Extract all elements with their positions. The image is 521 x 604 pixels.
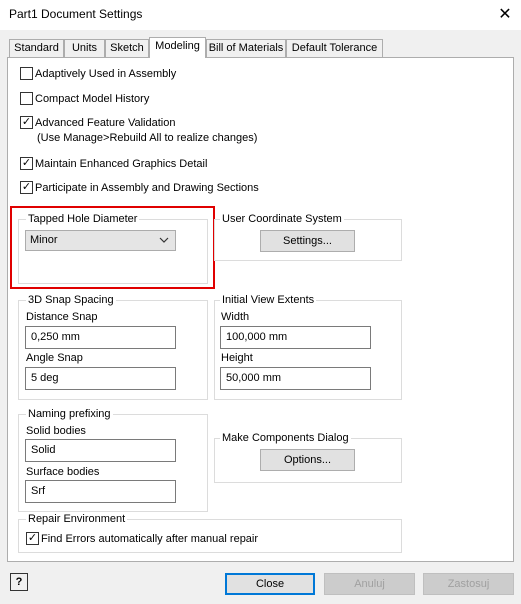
participate-sections-label: Participate in Assembly and Drawing Sect… [35, 182, 259, 194]
surface-bodies-label: Surface bodies [26, 466, 100, 478]
make-components-options-button[interactable]: Options... [260, 449, 355, 471]
cancel-button[interactable]: Anuluj [324, 573, 415, 595]
compact-history-checkbox[interactable] [20, 92, 33, 105]
solid-bodies-label: Solid bodies [26, 425, 86, 437]
solid-bodies-input[interactable]: Solid [25, 439, 176, 462]
enhanced-graphics-label: Maintain Enhanced Graphics Detail [35, 158, 208, 170]
find-errors-label: Find Errors automatically after manual r… [41, 533, 259, 545]
view-extents-title: Initial View Extents [220, 294, 317, 306]
help-icon[interactable]: ? [10, 573, 28, 591]
tab-units[interactable]: Units [64, 39, 105, 57]
angle-snap-label: Angle Snap [26, 352, 83, 364]
tab-sketch[interactable]: Sketch [105, 39, 149, 57]
distance-snap-label: Distance Snap [26, 311, 98, 323]
advanced-validation-note: (Use Manage>Rebuild All to realize chang… [37, 132, 258, 144]
participate-sections-checkbox[interactable]: ✓ [20, 181, 33, 194]
width-input[interactable]: 100,000 mm [220, 326, 371, 349]
apply-button[interactable]: Zastosuj [423, 573, 514, 595]
tab-modeling[interactable]: Modeling [149, 37, 206, 58]
repair-title: Repair Environment [26, 513, 128, 525]
angle-snap-input[interactable]: 5 deg [25, 367, 176, 390]
adaptively-used-label: Adaptively Used in Assembly [35, 68, 177, 80]
height-input[interactable]: 50,000 mm [220, 367, 371, 390]
find-errors-checkbox[interactable]: ✓ [26, 532, 39, 545]
enhanced-graphics-checkbox[interactable]: ✓ [20, 157, 33, 170]
advanced-validation-checkbox[interactable]: ✓ [20, 116, 33, 129]
advanced-validation-label: Advanced Feature Validation [35, 117, 176, 129]
distance-snap-input[interactable]: 0,250 mm [25, 326, 176, 349]
title-bar: Part1 Document Settings ✕ [0, 0, 521, 30]
width-label: Width [221, 311, 250, 323]
compact-history-label: Compact Model History [35, 93, 150, 105]
tab-bill-of-materials[interactable]: Bill of Materials [206, 39, 286, 57]
make-components-title: Make Components Dialog [220, 432, 351, 444]
ucs-settings-button[interactable]: Settings... [260, 230, 355, 252]
close-button[interactable]: Close [225, 573, 315, 595]
tab-standard[interactable]: Standard [9, 39, 64, 57]
tab-default-tolerance[interactable]: Default Tolerance [286, 39, 383, 57]
snap-title: 3D Snap Spacing [26, 294, 116, 306]
window-title: Part1 Document Settings [9, 7, 143, 21]
naming-title: Naming prefixing [26, 408, 113, 420]
close-window-icon[interactable]: ✕ [492, 3, 518, 27]
adaptively-used-checkbox[interactable] [20, 67, 33, 80]
ucs-title: User Coordinate System [220, 213, 344, 225]
height-label: Height [221, 352, 253, 364]
highlight-box [10, 206, 215, 289]
surface-bodies-input[interactable]: Srf [25, 480, 176, 503]
